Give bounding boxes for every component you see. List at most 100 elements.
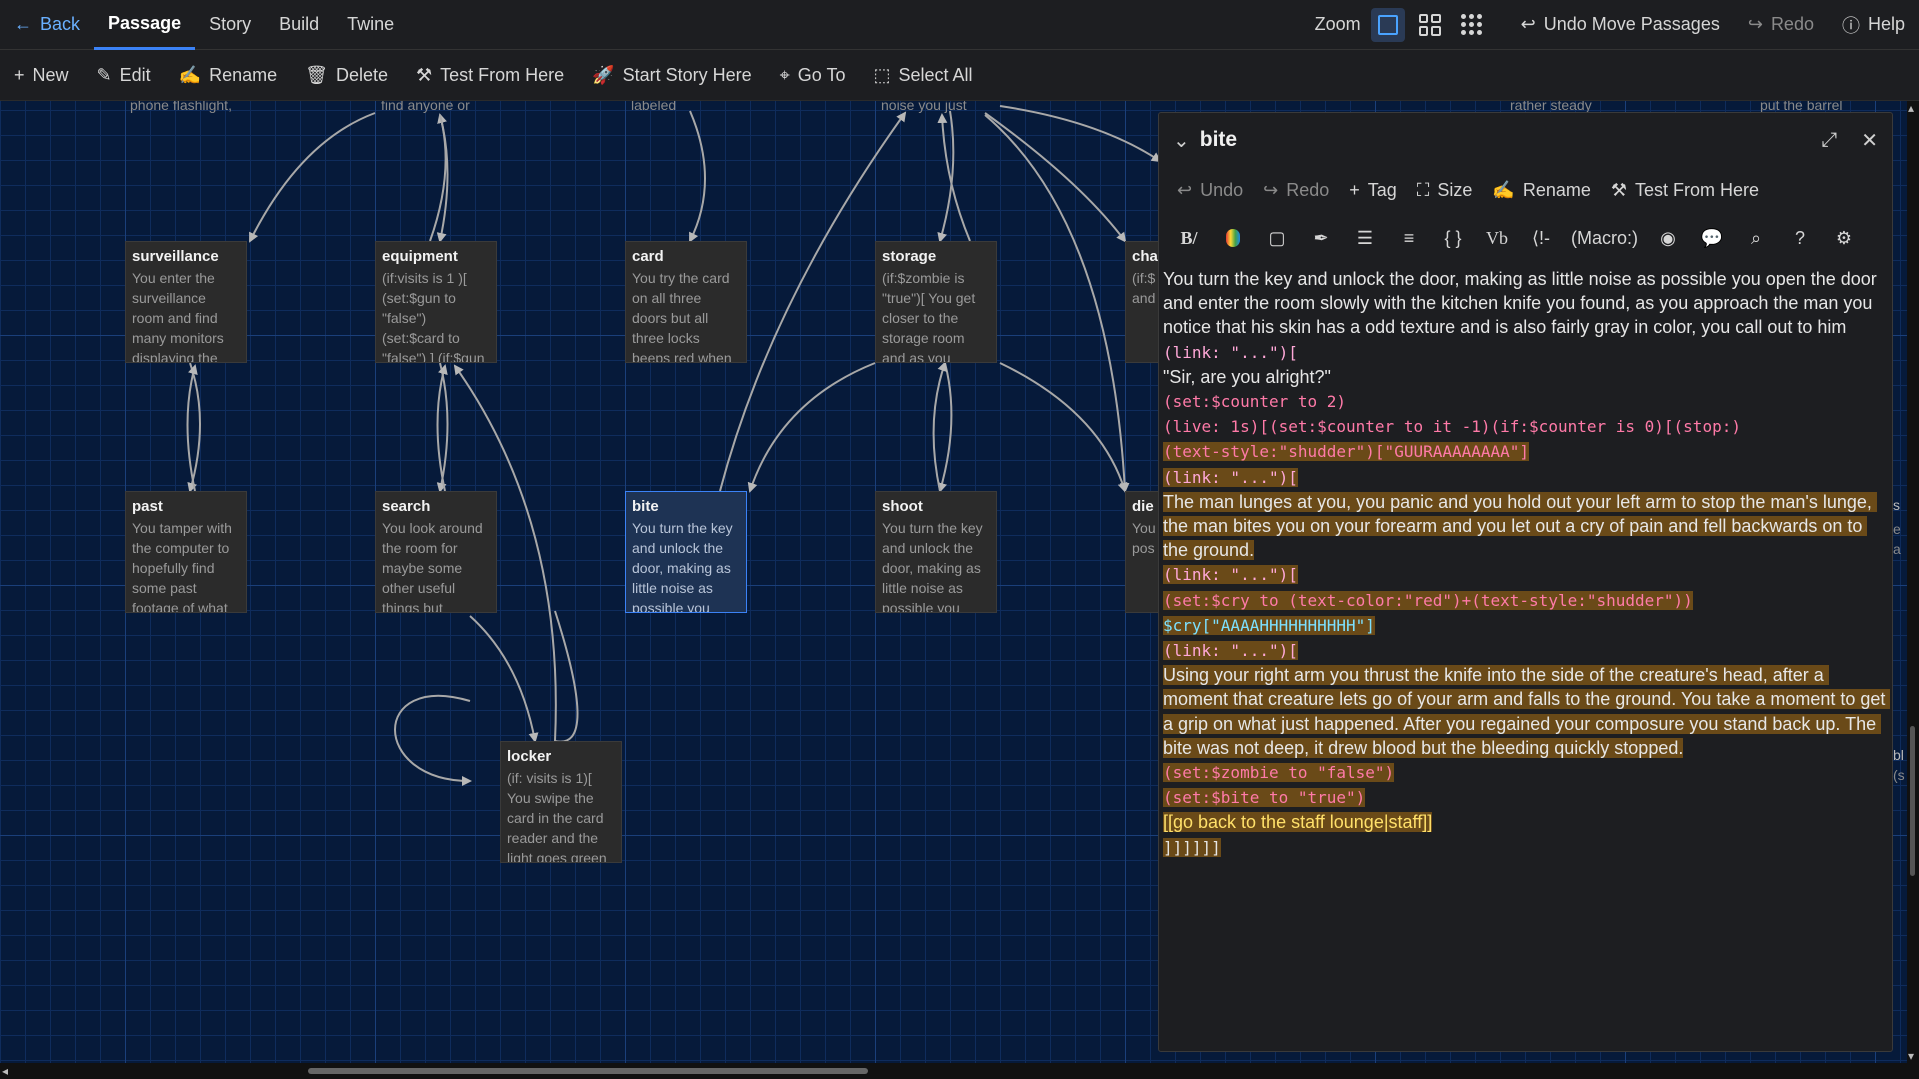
passage-edit-dialog: ⌄ bite ⤢ ✕ ↩ Undo ↪ Redo + Tag ⛶ Size ✍ Renam… (1158, 112, 1893, 1052)
passage-excerpt: You try the card on all three doors but … (632, 270, 732, 363)
partial-text: find anyone or (381, 101, 470, 113)
help-button[interactable]: ⓘ Help (1828, 0, 1919, 50)
gear-icon[interactable]: ⚙ (1822, 218, 1866, 258)
zoom-60-button[interactable] (1413, 8, 1447, 42)
partial-text: (s (1893, 767, 1905, 783)
undo-icon: ↩ (1177, 179, 1193, 200)
scroll-thumb[interactable] (308, 1068, 868, 1074)
comment-icon[interactable]: ⟨!- (1519, 218, 1563, 258)
rename-button[interactable]: ✍ Rename (165, 50, 291, 101)
tab-twine[interactable]: Twine (333, 0, 408, 50)
top-menu-bar: ← Back Passage Story Build Twine Zoom ↩ Un… (0, 0, 1919, 50)
passage-card-card[interactable]: card You try the card on all three doors… (625, 241, 747, 363)
live-macro: (live: 1s)[(set:$counter to it -1)(if:$c… (1163, 417, 1741, 437)
question-icon[interactable]: ? (1778, 218, 1822, 258)
tool-icon: ⚒ (1610, 179, 1628, 200)
zoom-100-button[interactable] (1370, 7, 1405, 42)
help-circle-icon: ⓘ (1841, 15, 1860, 36)
macro-button[interactable]: (Macro:) (1563, 218, 1646, 258)
dialog-header: ⌄ bite ⤢ ✕ (1159, 113, 1892, 167)
back-button[interactable]: ← Back (0, 0, 94, 50)
braces-icon[interactable]: { } (1431, 218, 1475, 258)
dialog-redo-button[interactable]: ↪ Redo (1253, 167, 1339, 213)
link-storage-shoot (937, 362, 953, 493)
variable-icon[interactable]: Vb (1475, 218, 1519, 258)
close-icon[interactable]: ✕ (1861, 128, 1878, 153)
passage-excerpt: (if: visits is 1)[ You swipe the card in… (507, 770, 607, 863)
size-button[interactable]: ⛶ Size (1407, 167, 1483, 213)
target-icon: ⌖ (779, 64, 790, 85)
search-icon[interactable]: ⌕ (1734, 218, 1778, 258)
link-search-locker (469, 615, 539, 743)
link-storage-up (937, 113, 971, 242)
passage-card-storage[interactable]: storage (if:$zombie is "true")[ You get … (875, 241, 997, 363)
scroll-down-icon[interactable]: ▾ (1908, 1049, 1914, 1063)
special-chars-icon[interactable]: ✒ (1299, 218, 1343, 258)
passage-card-shoot[interactable]: shoot You turn the key and unlock the do… (875, 491, 997, 613)
select-all-button[interactable]: ⬚ Select All (860, 50, 987, 101)
partial-text: e (1893, 521, 1901, 537)
trash-icon: 🗑 (305, 64, 328, 85)
zoom-nine-dots-icon (1460, 13, 1483, 36)
go-to-button[interactable]: ⌖ Go To (766, 50, 860, 101)
passage-card-bite[interactable]: bite You turn the key and unlock the doo… (625, 491, 747, 613)
start-story-here-button[interactable]: 🚀 Start Story Here (578, 50, 765, 101)
dialog-test-from-here-button[interactable]: ⚒ Test From Here (1601, 167, 1769, 213)
link-card (689, 110, 706, 243)
size-icon: ⛶ (1416, 179, 1430, 200)
vertical-scrollbar[interactable]: ▴ ▾ (1907, 101, 1919, 1063)
passage-toolbar: + New ✎ Edit ✍ Rename 🗑 Delete ⚒ Test From He… (0, 50, 1919, 101)
tab-passage[interactable]: Passage (94, 0, 196, 50)
color-icon[interactable] (1211, 218, 1255, 258)
tab-story[interactable]: Story (195, 0, 265, 50)
passage-card-equipment[interactable]: equipment (if:visits is 1 )[ (set:$gun t… (375, 241, 497, 363)
passage-excerpt: (if:visits is 1 )[ (set:$gun to "false")… (382, 270, 485, 363)
new-button[interactable]: + New (0, 50, 83, 101)
collapse-chevron-icon[interactable]: ⌄ (1173, 128, 1190, 153)
zoom-30-button[interactable] (1455, 8, 1489, 42)
passage-card-locker[interactable]: locker (if: visits is 1)[ You swipe the … (500, 741, 622, 863)
dialog-undo-button[interactable]: ↩ Undo (1167, 167, 1253, 213)
passage-card-past[interactable]: past You tamper with the computer to hop… (125, 491, 247, 613)
delete-button[interactable]: 🗑 Delete (291, 50, 402, 101)
rocket-icon: 🚀 (592, 64, 615, 85)
maximize-icon[interactable]: ⤢ (1821, 129, 1837, 152)
list-icon[interactable]: ☰ (1343, 218, 1387, 258)
partial-text: s (1893, 497, 1900, 513)
set-macro: (set:$cry to (text-color:"red")+(text-st… (1163, 590, 1693, 610)
redo-button[interactable]: ↪ Redo (1734, 0, 1828, 50)
link-storage (937, 110, 955, 243)
plus-icon: + (14, 64, 25, 85)
dialog-title: bite (1199, 128, 1238, 151)
passage-text-editor[interactable]: You turn the key and unlock the door, ma… (1159, 263, 1892, 860)
dialog-rename-button[interactable]: ✍ Rename (1482, 167, 1600, 213)
link-shoot-storage (932, 361, 948, 492)
undo-icon: ↩ (1520, 14, 1536, 34)
horizontal-scrollbar[interactable]: ◂ (0, 1063, 1919, 1079)
link-die (984, 114, 1130, 493)
edit-button[interactable]: ✎ Edit (83, 50, 165, 101)
border-icon[interactable]: ▢ (1255, 218, 1299, 258)
scroll-left-icon[interactable]: ◂ (2, 1064, 8, 1078)
align-icon[interactable]: ≡ (1387, 218, 1431, 258)
tab-build[interactable]: Build (265, 0, 333, 50)
set-macro: (set:$counter to 2) (1163, 392, 1347, 412)
passage-title: card (632, 248, 664, 265)
link-surveillance (249, 112, 376, 243)
link-macro: (link: "...")[ (1163, 342, 1298, 362)
test-from-here-button[interactable]: ⚒ Test From Here (402, 50, 578, 101)
variable-hook: $cry["AAAAHHHHHHHHHH"] (1163, 615, 1375, 635)
text-style-icon[interactable]: B/ (1167, 218, 1211, 258)
passage-card-search[interactable]: search You look around the room for mayb… (375, 491, 497, 613)
partial-text: phone flashlight, (130, 101, 232, 113)
scroll-thumb[interactable] (1910, 726, 1915, 876)
tag-button[interactable]: + Tag (1339, 167, 1407, 213)
redo-icon: ↪ (1747, 14, 1763, 34)
speech-bubble-icon[interactable]: 💬 (1690, 218, 1734, 258)
scroll-up-icon[interactable]: ▴ (1908, 101, 1914, 115)
passage-title: locker (507, 748, 552, 765)
text-line: "Sir, are you alright?" (1163, 366, 1331, 387)
undo-button[interactable]: ↩ Undo Move Passages (1507, 0, 1734, 50)
passage-card-surveillance[interactable]: surveillance You enter the surveillance … (125, 241, 247, 363)
eye-icon[interactable]: ◉ (1646, 218, 1690, 258)
